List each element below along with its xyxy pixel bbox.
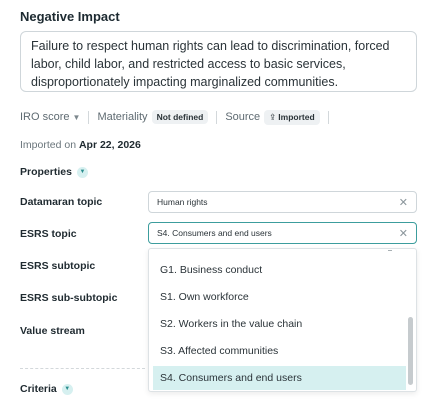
value-stream-label: Value stream [20, 325, 85, 337]
scrollbar[interactable] [408, 317, 413, 385]
esrs-subtopic-label: ESRS subtopic [20, 260, 96, 272]
materiality: Materiality Not defined [97, 110, 209, 124]
datamaran-topic-select[interactable]: Human rights ✕ [148, 191, 417, 213]
divider [327, 110, 329, 124]
chevron-down-icon: ▼ [72, 112, 81, 122]
dropdown-option-selected[interactable]: S4. Consumers and end users [153, 366, 406, 390]
properties-header: Properties [20, 166, 72, 178]
source-label: Source [225, 111, 261, 123]
divider [88, 110, 90, 124]
description-textarea[interactable]: Failure to respect human rights can lead… [20, 31, 417, 92]
imported-on-date: Apr 22, 2026 [78, 139, 141, 151]
source-value: Imported [278, 111, 315, 122]
dropdown-option[interactable]: G1. Business conduct [153, 258, 406, 282]
esrs-topic-dropdown[interactable]: G1. Business conduct S1. Own workforce S… [148, 248, 417, 392]
esrs-topic-value: S4. Consumers and end users [157, 228, 272, 238]
esrs-topic-select[interactable]: S4. Consumers and end users ✕ [148, 222, 417, 244]
source: Source ⇪ Imported [225, 109, 320, 125]
meta-row: IRO score ▼ Materiality Not defined Sour… [20, 108, 337, 126]
source-badge: ⇪ Imported [264, 109, 320, 125]
imported-on: Imported on Apr 22, 2026 [20, 139, 141, 151]
criteria-header: Criteria [20, 383, 57, 395]
esrs-sub-subtopic-label: ESRS sub-subtopic [20, 292, 118, 304]
iro-score-dropdown[interactable]: IRO score ▼ [20, 111, 80, 123]
properties-toggle[interactable]: Properties ▼ [20, 166, 88, 178]
divider [20, 368, 145, 369]
esrs-topic-label: ESRS topic [20, 228, 77, 240]
close-icon[interactable]: ✕ [399, 227, 408, 240]
upload-icon: ⇪ [269, 111, 277, 122]
datamaran-topic-value: Human rights [157, 197, 208, 207]
materiality-badge: Not defined [151, 110, 209, 124]
divider [216, 110, 218, 124]
dropdown-option[interactable]: S1. Own workforce [153, 285, 406, 309]
dropdown-option[interactable]: S3. Affected communities [153, 339, 406, 363]
iro-score-label: IRO score [20, 111, 70, 123]
chevron-down-icon: ▼ [61, 383, 73, 395]
datamaran-topic-label: Datamaran topic [20, 196, 103, 208]
scroll-cut-item [388, 249, 392, 251]
criteria-toggle[interactable]: Criteria ▼ [20, 383, 73, 395]
chevron-down-icon: ▼ [76, 166, 88, 178]
dropdown-option[interactable]: S2. Workers in the value chain [153, 312, 406, 336]
close-icon[interactable]: ✕ [399, 196, 408, 209]
section-title: Negative Impact [20, 9, 120, 24]
imported-on-prefix: Imported on [20, 139, 77, 151]
materiality-label: Materiality [97, 111, 148, 123]
